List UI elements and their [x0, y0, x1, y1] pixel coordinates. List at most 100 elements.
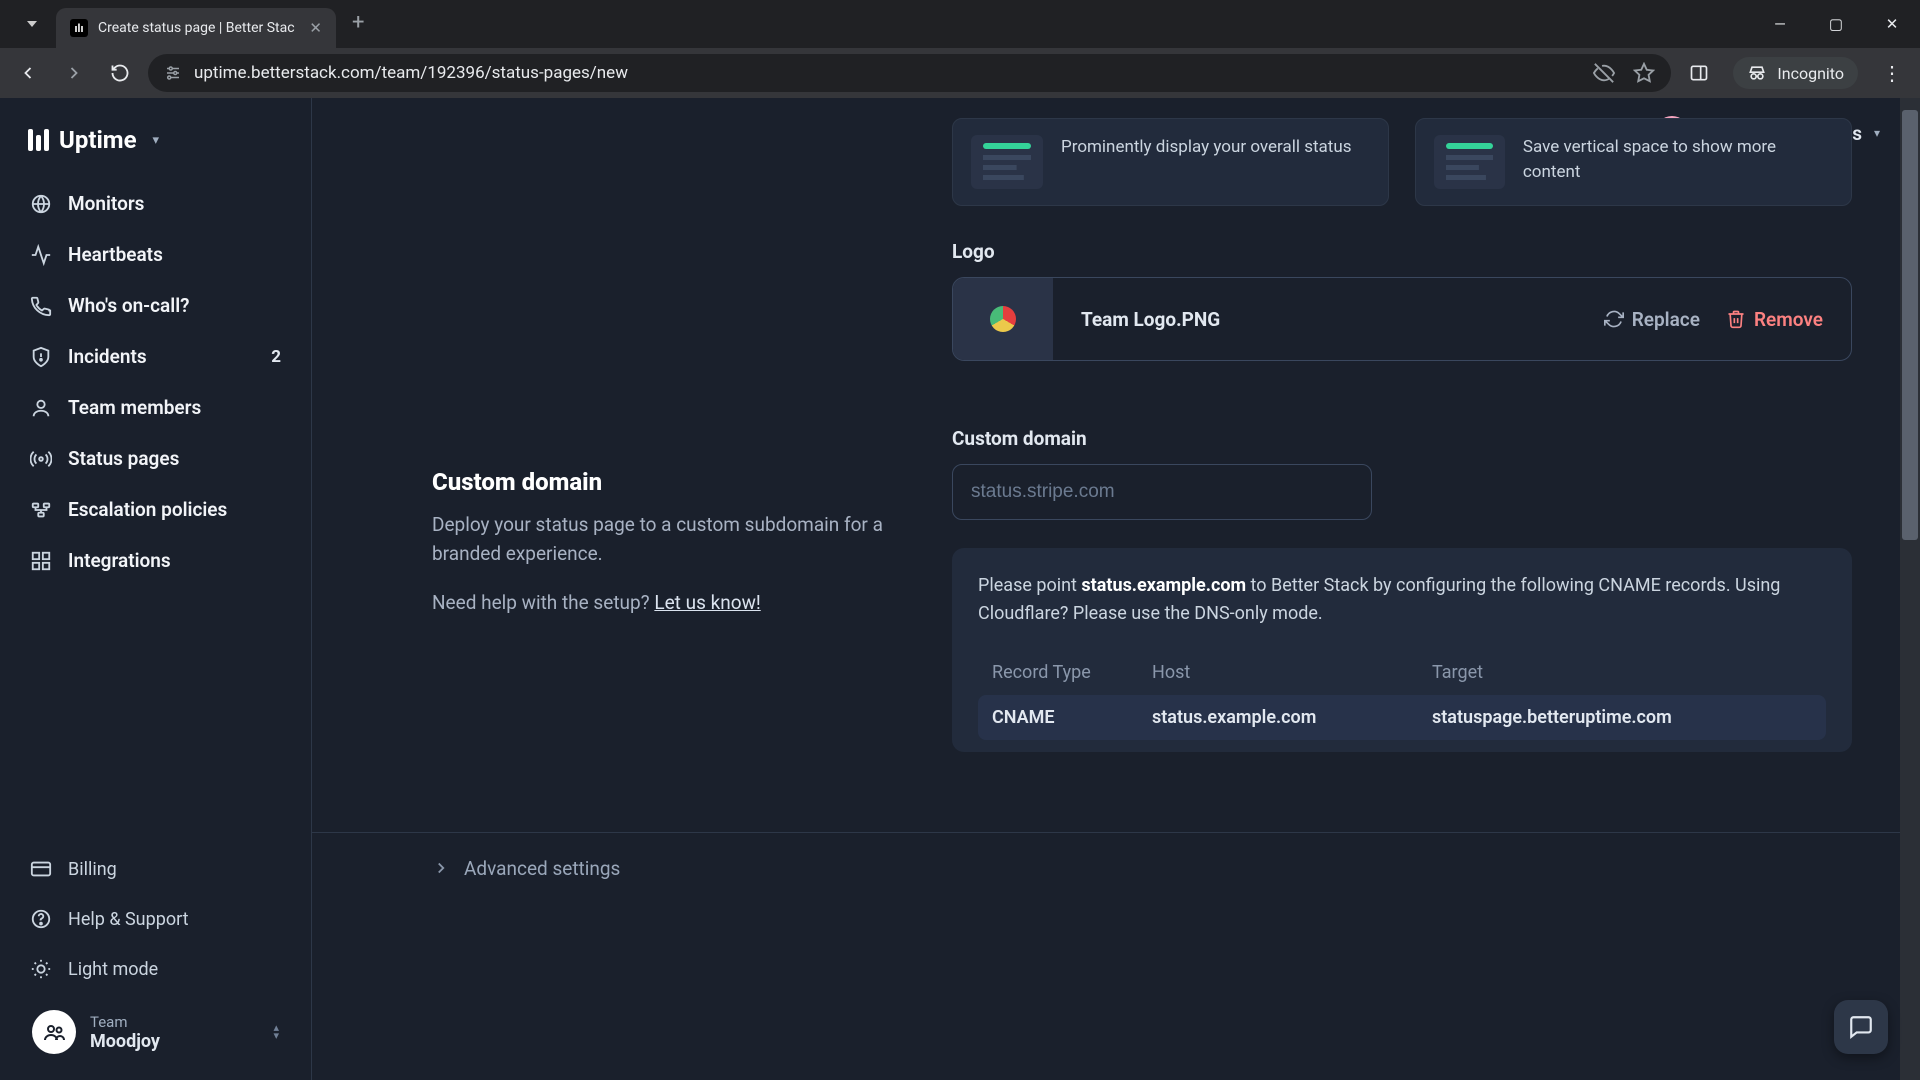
sidebar-item-label: Light mode	[68, 959, 158, 980]
flow-icon	[30, 499, 52, 521]
team-name: Moodjoy	[90, 1031, 160, 1052]
favicon-icon: ılı	[70, 19, 88, 37]
brand-logo-icon	[28, 129, 49, 151]
remove-button[interactable]: Remove	[1726, 308, 1823, 331]
close-window-button[interactable]: ✕	[1864, 0, 1920, 48]
sidebar-item-oncall[interactable]: Who's on-call?	[14, 282, 297, 329]
logo-preview	[953, 278, 1053, 360]
incognito-icon	[1747, 63, 1767, 83]
sidebar: Uptime ▾ Monitors Heartbeats Who's on-ca…	[0, 98, 312, 1080]
dns-panel: Please point status.example.com to Bette…	[952, 548, 1852, 752]
section-intro: Custom domain Deploy your status page to…	[432, 98, 892, 752]
sidebar-item-label: Billing	[68, 859, 117, 880]
replace-button[interactable]: Replace	[1604, 308, 1700, 331]
sidebar-item-label: Monitors	[68, 192, 144, 215]
forward-button[interactable]	[56, 55, 92, 91]
reload-button[interactable]	[102, 55, 138, 91]
incidents-badge: 2	[271, 347, 281, 367]
grid-icon	[30, 550, 52, 572]
sidebar-item-incidents[interactable]: Incidents 2	[14, 333, 297, 380]
sidebar-bottom: Billing Help & Support Light mode Team M…	[0, 846, 311, 1080]
sidebar-nav: Monitors Heartbeats Who's on-call? Incid…	[0, 180, 311, 584]
layout-option-compact[interactable]: Save vertical space to show more content	[1415, 118, 1852, 206]
custom-domain-label: Custom domain	[952, 427, 1852, 450]
team-switcher[interactable]: Team Moodjoy ▴▾	[14, 996, 297, 1072]
logo-uploader: Team Logo.PNG Replace Remove	[952, 277, 1852, 361]
sidebar-item-status-pages[interactable]: Status pages	[14, 435, 297, 482]
cell-record-type: CNAME	[992, 707, 1152, 728]
chevron-right-icon	[432, 859, 450, 877]
sidebar-item-team-members[interactable]: Team members	[14, 384, 297, 431]
sidebar-item-label: Help & Support	[68, 909, 189, 930]
star-icon[interactable]	[1633, 62, 1655, 84]
cell-host: status.example.com	[1152, 707, 1432, 728]
refresh-icon	[1604, 309, 1624, 329]
advanced-settings-toggle[interactable]: Advanced settings	[312, 832, 1920, 890]
tab-title: Create status page | Better Stac	[98, 20, 299, 36]
browser-chrome: ılı Create status page | Better Stac ✕ +…	[0, 0, 1920, 98]
team-avatar-icon	[32, 1010, 76, 1054]
main: SM Sheena May Jones ▾ Custom domain Depl…	[312, 98, 1920, 1080]
brand-name: Uptime	[59, 126, 137, 154]
chat-icon	[1848, 1014, 1874, 1040]
sort-icon: ▴▾	[273, 1024, 279, 1040]
layout-options: Prominently display your overall status …	[952, 118, 1852, 206]
chevron-down-icon	[27, 21, 37, 27]
sidebar-item-billing[interactable]: Billing	[14, 846, 297, 892]
sidebar-item-label: Integrations	[68, 549, 171, 572]
browser-menu-button[interactable]: ⋮	[1874, 61, 1910, 85]
incognito-chip[interactable]: Incognito	[1733, 57, 1858, 89]
side-panel-icon[interactable]	[1681, 55, 1717, 91]
activity-icon	[30, 244, 52, 266]
tab-strip: ılı Create status page | Better Stac ✕ +…	[0, 0, 1920, 48]
dns-table: Record Type Host Target CNAME status.exa…	[978, 650, 1826, 740]
minimize-button[interactable]: ―	[1752, 0, 1808, 48]
help-line: Need help with the setup? Let us know!	[432, 591, 892, 614]
sidebar-item-label: Heartbeats	[68, 243, 163, 266]
sun-icon	[30, 958, 52, 980]
address-bar: uptime.betterstack.com/team/192396/statu…	[0, 48, 1920, 98]
back-button[interactable]	[10, 55, 46, 91]
layout-thumbnail-icon	[971, 135, 1043, 189]
eye-off-icon[interactable]	[1593, 62, 1615, 84]
maximize-button[interactable]: ▢	[1808, 0, 1864, 48]
cell-target: statuspage.betteruptime.com	[1432, 707, 1812, 728]
trash-icon	[1726, 309, 1746, 329]
sidebar-item-lightmode[interactable]: Light mode	[14, 946, 297, 992]
col-host: Host	[1152, 662, 1432, 683]
custom-domain-input[interactable]	[952, 464, 1372, 520]
sidebar-item-heartbeats[interactable]: Heartbeats	[14, 231, 297, 278]
logo-section-label: Logo	[952, 240, 1852, 263]
sidebar-item-integrations[interactable]: Integrations	[14, 537, 297, 584]
site-settings-icon[interactable]	[164, 64, 182, 82]
new-tab-button[interactable]: +	[336, 10, 380, 35]
chat-button[interactable]	[1834, 1000, 1888, 1054]
broadcast-icon	[30, 448, 52, 470]
let-us-know-link[interactable]: Let us know!	[654, 591, 760, 614]
sidebar-item-monitors[interactable]: Monitors	[14, 180, 297, 227]
omnibox[interactable]: uptime.betterstack.com/team/192396/statu…	[148, 54, 1671, 92]
tab-search-button[interactable]	[8, 0, 56, 48]
scrollbar-thumb[interactable]	[1902, 110, 1918, 540]
sidebar-item-help[interactable]: Help & Support	[14, 896, 297, 942]
browser-tab[interactable]: ılı Create status page | Better Stac ✕	[56, 8, 336, 48]
help-icon	[30, 908, 52, 930]
replace-label: Replace	[1632, 308, 1700, 331]
user-icon	[30, 397, 52, 419]
shield-icon	[30, 346, 52, 368]
logo-filename: Team Logo.PNG	[1053, 308, 1220, 331]
layout-option-big[interactable]: Prominently display your overall status	[952, 118, 1389, 206]
layout-option-text: Save vertical space to show more content	[1523, 135, 1833, 184]
table-header: Record Type Host Target	[978, 650, 1826, 695]
sidebar-item-label: Status pages	[68, 447, 179, 470]
url-text: uptime.betterstack.com/team/192396/statu…	[194, 63, 628, 83]
window-controls: ― ▢ ✕	[1752, 0, 1920, 48]
brand[interactable]: Uptime ▾	[0, 116, 311, 180]
scrollbar[interactable]	[1900, 98, 1920, 1080]
team-label: Team	[90, 1013, 160, 1031]
phone-icon	[30, 295, 52, 317]
table-row: CNAME status.example.com statuspage.bett…	[978, 695, 1826, 740]
section-title: Custom domain	[432, 468, 892, 496]
close-icon[interactable]: ✕	[309, 19, 322, 37]
sidebar-item-escalation[interactable]: Escalation policies	[14, 486, 297, 533]
